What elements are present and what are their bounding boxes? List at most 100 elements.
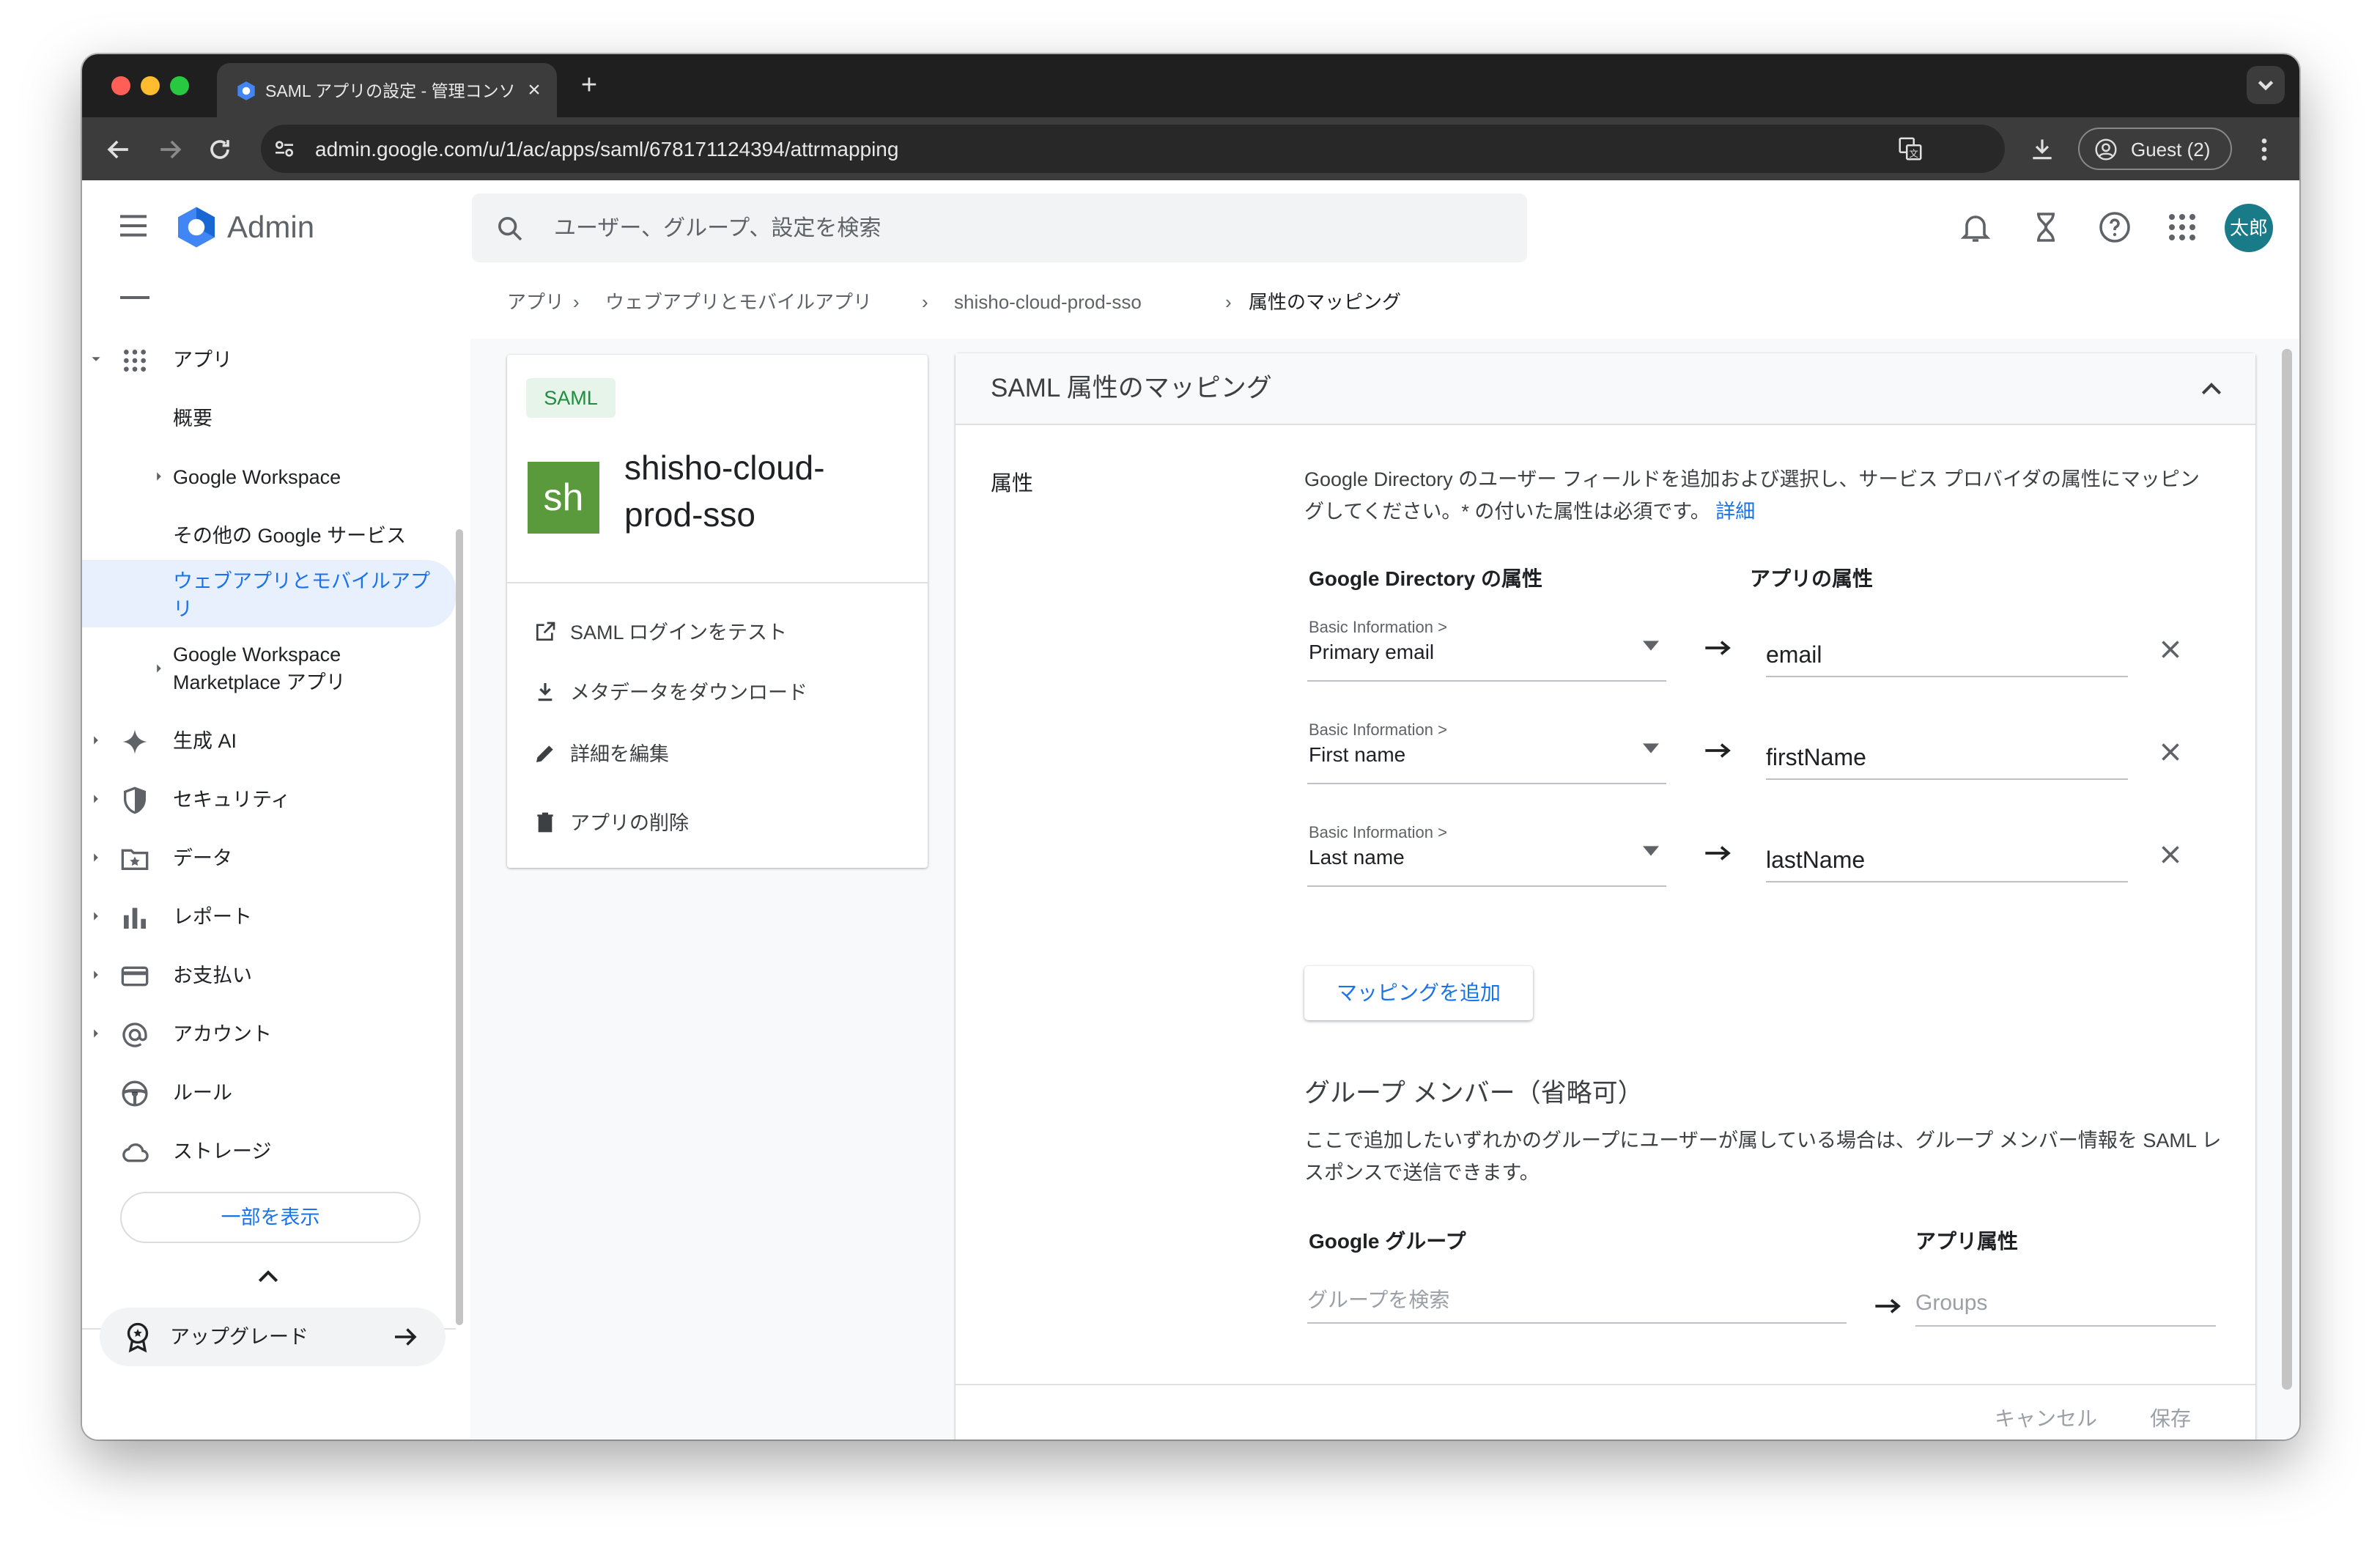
main-menu-icon[interactable] [117, 213, 149, 239]
chevron-up-icon[interactable] [254, 1265, 283, 1287]
sidebar-item-other-google-services[interactable]: その他の Google サービス [82, 507, 456, 563]
saml-badge: SAML [526, 378, 616, 418]
reload-icon[interactable] [204, 133, 236, 166]
sidebar-item-billing[interactable]: お支払い [82, 947, 456, 1003]
help-icon[interactable] [2097, 210, 2132, 245]
sidebar-item-reports[interactable]: レポート [82, 888, 456, 944]
close-icon[interactable] [2157, 636, 2184, 663]
sidebar-item-google-workspace[interactable]: Google Workspace [82, 449, 456, 504]
notifications-bell-icon[interactable] [1958, 210, 1993, 245]
sidebar-item-label: ウェブアプリとモバイルアプリ [173, 570, 430, 620]
close-icon[interactable] [2157, 739, 2184, 765]
save-button[interactable]: 保存 [2150, 1406, 2191, 1432]
admin-favicon-icon [237, 81, 255, 100]
caret-down-icon [92, 357, 100, 361]
upgrade-button[interactable]: アップグレード [100, 1308, 446, 1366]
sidebar-item-marketplace-apps[interactable]: Google Workspace Marketplace アプリ [82, 635, 456, 702]
action-label: 詳細を編集 [570, 743, 669, 765]
action-label: アプリの削除 [570, 812, 689, 834]
card-divider [507, 582, 928, 583]
arrow-right-icon [1875, 1299, 1901, 1313]
hourglass-tasks-icon[interactable] [2028, 210, 2063, 245]
field-value: Last name [1309, 846, 1405, 869]
account-circle-icon [2095, 139, 2117, 161]
chevron-up-icon[interactable] [2197, 375, 2226, 402]
tab-close-icon[interactable]: × [523, 79, 545, 101]
sidebar-item-rules[interactable]: ルール [82, 1064, 456, 1120]
app-name: shisho-cloud-prod-sso [624, 449, 825, 534]
sidebar-scrollbar[interactable] [456, 529, 463, 1325]
arrow-right-icon [395, 1328, 417, 1346]
browser-menu-icon[interactable] [2250, 133, 2279, 166]
tab-search-button[interactable] [2247, 66, 2285, 104]
sidebar-item-label: ルール [173, 1082, 232, 1104]
sidebar-item-label: ストレージ [173, 1140, 272, 1162]
admin-logo-icon[interactable] [174, 205, 218, 249]
main-scrollbar[interactable] [2282, 349, 2292, 1390]
breadcrumb-app-name[interactable]: shisho-cloud-prod-sso [954, 289, 1142, 315]
download-metadata-button[interactable]: メタデータをダウンロード [533, 674, 900, 711]
app-attribute-input[interactable] [1766, 838, 2128, 882]
forward-arrow-icon[interactable] [154, 133, 186, 166]
directory-field-select[interactable]: Basic Information > Primary email [1307, 614, 1666, 682]
caret-right-icon [94, 970, 98, 979]
sidebar-item-security[interactable]: セキュリティ [82, 771, 456, 827]
col-header-app-attr: アプリの属性 [1750, 567, 1874, 590]
profile-button[interactable]: Guest (2) [2078, 128, 2232, 170]
browser-tab-active[interactable]: SAML アプリの設定 - 管理コンソール × [217, 63, 557, 117]
search-input[interactable] [552, 210, 1508, 248]
breadcrumb-apps[interactable]: アプリ [507, 289, 564, 315]
new-tab-button[interactable]: + [574, 70, 604, 100]
sidebar-item-apps[interactable]: アプリ [82, 331, 456, 387]
sidebar-item-label: Google Workspace Marketplace アプリ [173, 644, 346, 693]
back-arrow-icon[interactable] [103, 133, 135, 166]
app-attribute-input[interactable] [1766, 633, 2128, 677]
mapping-row: Basic Information > First name [1307, 717, 2216, 797]
profile-label: Guest (2) [2131, 139, 2211, 161]
site-settings-icon[interactable] [273, 137, 296, 161]
group-search-input[interactable] [1307, 1278, 1847, 1324]
sidebar-item-storage[interactable]: ストレージ [82, 1123, 456, 1179]
sidebar-item-web-mobile-apps[interactable]: ウェブアプリとモバイルアプリ [82, 560, 456, 627]
app-attribute-input[interactable] [1766, 736, 2128, 780]
translate-icon[interactable]: 文 [1896, 135, 1924, 163]
test-saml-login-button[interactable]: SAML ログインをテスト [533, 614, 900, 651]
close-window-button[interactable] [111, 76, 130, 95]
address-bar[interactable]: admin.google.com/u/1/ac/apps/saml/678171… [261, 125, 2005, 173]
main-content: アプリ › ウェブアプリとモバイルアプリ › shisho-cloud-prod… [470, 274, 2299, 1440]
mapping-card-header[interactable]: SAML 属性のマッピング [956, 353, 2255, 425]
admin-page: Admin 太郎 アプリ 概要 [82, 180, 2299, 1440]
edit-details-button[interactable]: 詳細を編集 [533, 736, 900, 773]
directory-field-select[interactable]: Basic Information > Last name [1307, 819, 1666, 887]
details-link[interactable]: 詳細 [1715, 501, 1755, 523]
maximize-window-button[interactable] [170, 76, 189, 95]
close-icon[interactable] [2157, 841, 2184, 868]
sidebar-item-generative-ai[interactable]: 生成 AI [82, 712, 456, 768]
upgrade-label: アップグレード [170, 1326, 308, 1348]
cancel-button[interactable]: キャンセル [1995, 1406, 2097, 1432]
browser-tab-bar: SAML アプリの設定 - 管理コンソール × + [82, 54, 2299, 117]
avatar[interactable]: 太郎 [2225, 204, 2273, 252]
apps-launcher-icon[interactable] [2165, 210, 2200, 245]
chevron-right-icon: › [1225, 291, 1232, 313]
directory-field-select[interactable]: Basic Information > First name [1307, 717, 1666, 784]
url-text[interactable]: admin.google.com/u/1/ac/apps/saml/678171… [315, 138, 898, 161]
sidebar-item-label: 概要 [173, 408, 212, 430]
dropdown-arrow-icon [1643, 846, 1659, 856]
sidebar-item-label: Google Workspace [173, 466, 341, 488]
delete-app-button[interactable]: アプリの削除 [533, 805, 900, 841]
sidebar-item-label: データ [173, 847, 232, 869]
download-icon[interactable] [2028, 135, 2056, 163]
global-search[interactable] [472, 194, 1527, 262]
sidebar-item-data[interactable]: データ [82, 830, 456, 885]
attributes-description: Google Directory のユーザー フィールドを追加および選択し、サー… [1304, 463, 2213, 528]
groups-attribute-input[interactable] [1915, 1281, 2216, 1327]
breadcrumb-web-mobile-apps[interactable]: ウェブアプリとモバイルアプリ [605, 289, 872, 315]
minimize-window-button[interactable] [141, 76, 160, 95]
sidebar-item-account[interactable]: アカウント [82, 1006, 456, 1061]
show-less-button[interactable]: 一部を表示 [120, 1192, 421, 1243]
add-mapping-button[interactable]: マッピングを追加 [1304, 966, 1533, 1020]
sidebar-item-overview[interactable]: 概要 [82, 390, 456, 446]
arrow-right-icon [1705, 743, 1731, 758]
credit-card-icon [121, 966, 149, 987]
